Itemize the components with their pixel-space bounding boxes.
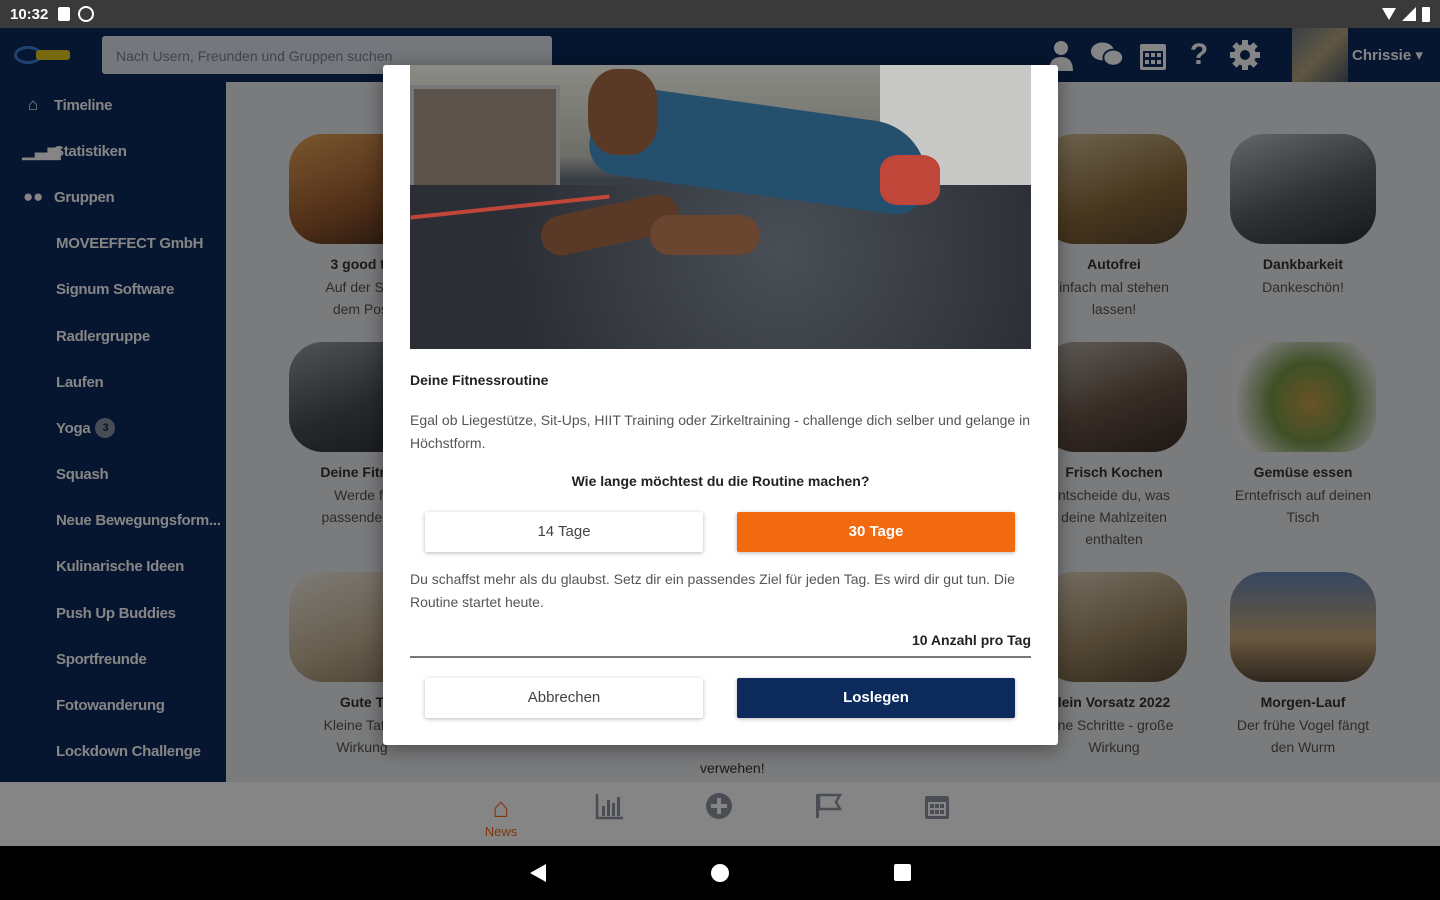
option-30-days-button[interactable]: 30 Tage — [737, 512, 1015, 552]
system-nav-bar — [0, 846, 1440, 900]
option-14-days-button[interactable]: 14 Tage — [425, 512, 703, 552]
status-indicators — [1382, 6, 1430, 22]
dialog-description: Egal ob Liegestütze, Sit-Ups, HIIT Train… — [410, 412, 1030, 451]
count-per-day-input[interactable]: 10 Anzahl pro Tag — [410, 632, 1031, 658]
dialog-info: Du schaffst mehr als du glaubst. Setz di… — [410, 571, 1015, 610]
notification-icon — [58, 7, 71, 21]
challenge-photo — [410, 65, 1031, 349]
battery-icon — [1422, 6, 1430, 22]
challenge-dialog: Deine Fitnessroutine Egal ob Liegestütze… — [383, 65, 1058, 745]
home-button-icon[interactable] — [711, 864, 729, 882]
cancel-button[interactable]: Abbrechen — [425, 678, 703, 718]
dialog-title: Deine Fitnessroutine — [410, 372, 549, 388]
wifi-icon — [1382, 8, 1396, 20]
status-bar: 10:32 — [0, 0, 1440, 28]
start-button[interactable]: Loslegen — [737, 678, 1015, 718]
recent-apps-icon[interactable] — [894, 864, 911, 881]
duration-question: Wie lange möchtest du die Routine machen… — [571, 473, 870, 489]
sync-icon — [78, 6, 95, 22]
status-time: 10:32 — [10, 5, 49, 23]
signal-icon — [1402, 7, 1416, 21]
back-icon[interactable] — [530, 864, 546, 882]
